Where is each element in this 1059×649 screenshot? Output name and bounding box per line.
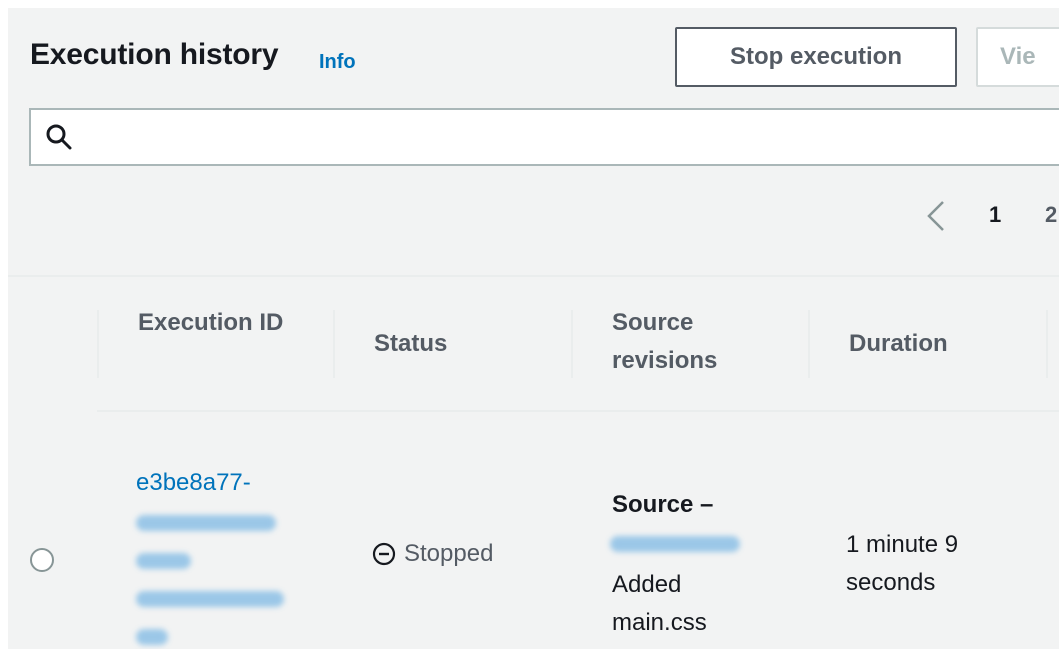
chevron-left-icon[interactable] xyxy=(925,199,947,233)
redacted-execution-id xyxy=(136,515,276,531)
table-top-divider xyxy=(8,275,1059,277)
search-box xyxy=(29,108,1059,166)
stop-execution-label: Stop execution xyxy=(729,43,903,70)
column-separator xyxy=(571,310,573,378)
source-message: Added main.css xyxy=(612,571,707,636)
column-header-status[interactable]: Status xyxy=(374,325,447,363)
header-row-divider xyxy=(97,410,1059,412)
execution-history-panel: Execution history Info Stop execution Vi… xyxy=(8,8,1059,649)
info-link[interactable]: Info xyxy=(319,51,356,74)
status-cell: Stopped xyxy=(372,540,493,568)
column-separator xyxy=(808,310,810,378)
view-details-label: Vie xyxy=(1000,43,1036,70)
redacted-source-revision xyxy=(610,536,740,552)
status-text: Stopped xyxy=(404,540,494,567)
search-icon xyxy=(46,124,72,150)
view-details-button[interactable]: Vie xyxy=(976,27,1059,87)
column-separator xyxy=(97,310,99,378)
source-label: Source – xyxy=(612,491,714,518)
redacted-execution-id xyxy=(136,629,168,645)
redacted-execution-id xyxy=(136,553,191,569)
column-header-execution-id[interactable]: Execution ID xyxy=(138,304,308,342)
column-header-source-revisions[interactable]: Source revisions xyxy=(612,304,762,380)
column-header-duration[interactable]: Duration xyxy=(849,325,948,363)
stop-execution-button[interactable]: Stop execution xyxy=(675,27,957,87)
stopped-icon xyxy=(372,542,396,566)
execution-id-link[interactable]: e3be8a77- xyxy=(136,464,251,502)
page-1-button[interactable]: 1 xyxy=(989,202,1001,228)
column-separator xyxy=(333,310,335,378)
page-2-button[interactable]: 2 xyxy=(1045,202,1057,228)
row-select-radio[interactable] xyxy=(30,548,54,572)
search-input[interactable] xyxy=(87,118,1031,158)
column-separator xyxy=(1046,310,1048,378)
duration-value: 1 minute 9 seconds xyxy=(846,531,959,596)
page-title: Execution history xyxy=(30,38,279,71)
redacted-execution-id xyxy=(136,591,284,607)
